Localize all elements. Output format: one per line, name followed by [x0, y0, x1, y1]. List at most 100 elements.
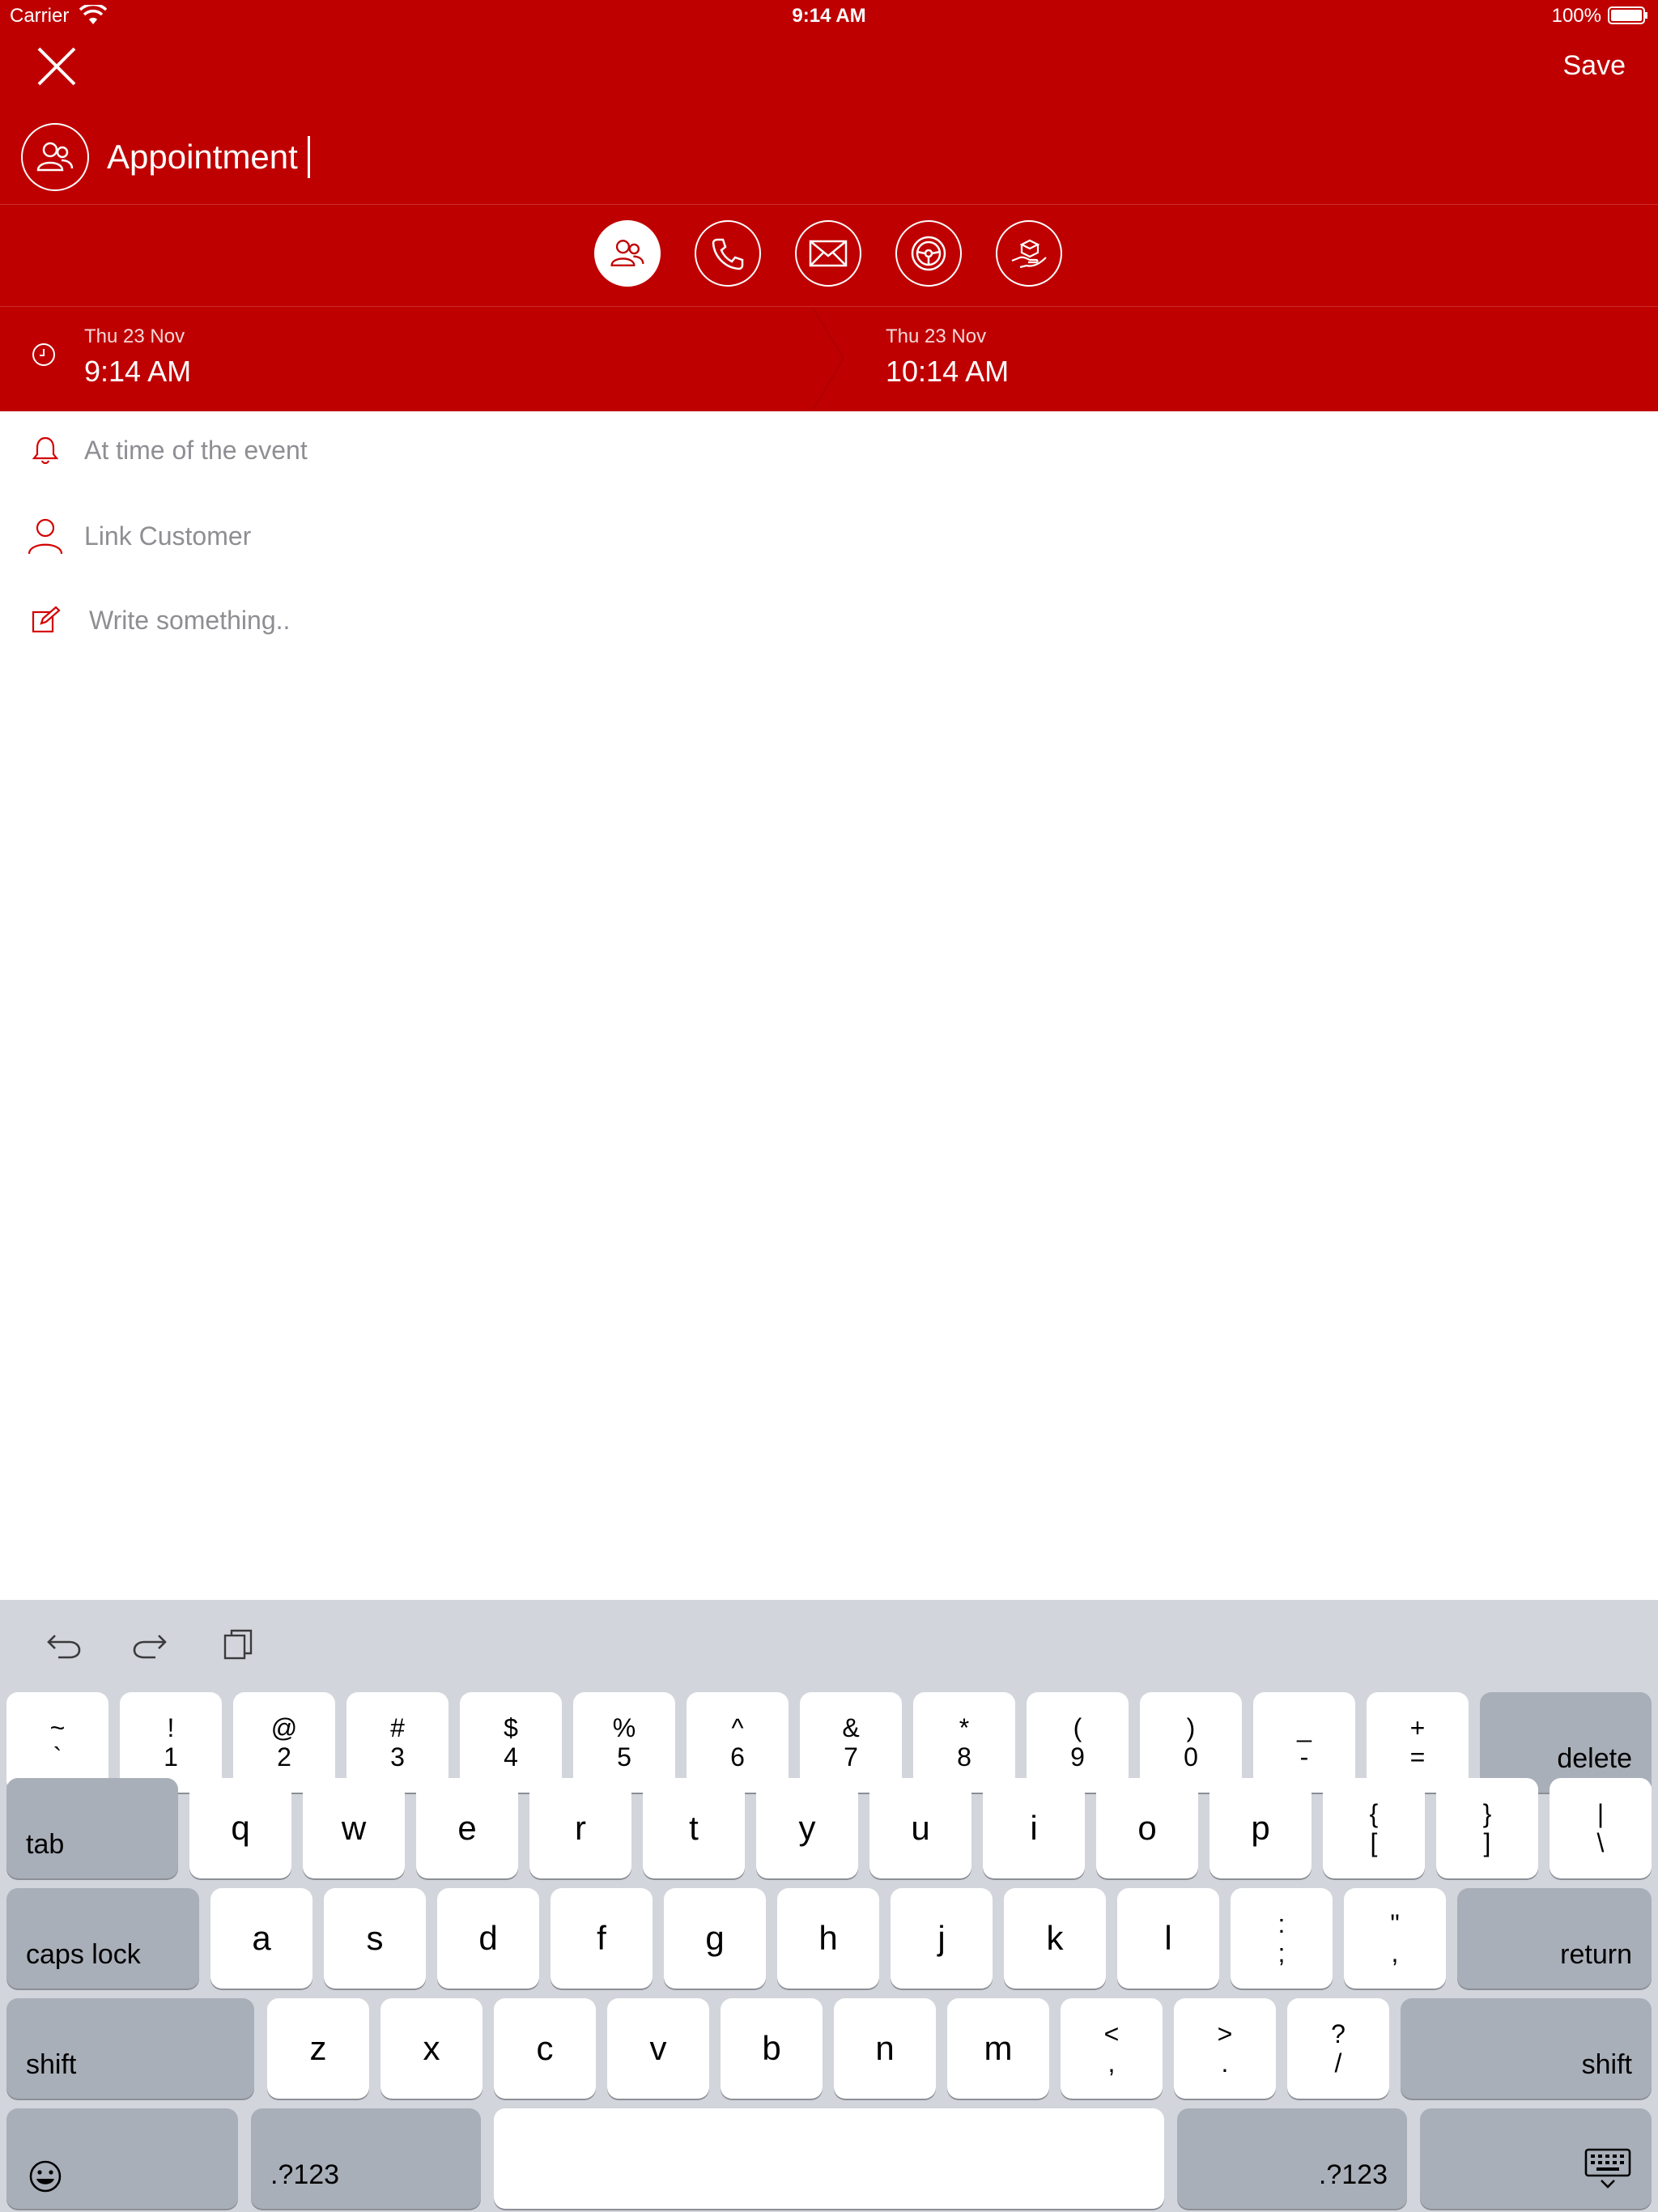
mail-icon: [809, 240, 848, 267]
key-punct-1[interactable]: ",: [1344, 1888, 1446, 1989]
key-glyph: ^: [731, 1713, 744, 1742]
key-glyph: -: [1299, 1742, 1309, 1772]
type-call-button[interactable]: [695, 220, 761, 287]
key-n[interactable]: n: [834, 1998, 936, 2099]
redo-icon[interactable]: [130, 1624, 170, 1665]
divider: [0, 204, 1658, 205]
key-glyph: ,: [1107, 2048, 1116, 2078]
type-appointment-button[interactable]: [594, 220, 661, 287]
tab-key[interactable]: tab: [6, 1778, 178, 1878]
key-x[interactable]: x: [380, 1998, 483, 2099]
key-y[interactable]: y: [756, 1778, 858, 1878]
key-b[interactable]: b: [721, 1998, 823, 2099]
keyboard-dismiss-icon: [1584, 2148, 1631, 2189]
start-date: Thu 23 Nov: [84, 325, 185, 347]
key-glyph: 3: [390, 1742, 405, 1772]
end-time-picker[interactable]: Thu 23 Nov 10:14 AM: [886, 325, 1009, 389]
appointment-type-icon: [21, 123, 89, 191]
key-glyph: _: [1297, 1713, 1312, 1742]
key-glyph: /: [1334, 2048, 1342, 2078]
close-icon[interactable]: [32, 42, 81, 91]
note-input[interactable]: Write something..: [89, 606, 290, 636]
save-button[interactable]: Save: [1563, 50, 1626, 82]
dismiss-keyboard-key[interactable]: [1420, 2108, 1652, 2209]
key-punct-b1[interactable]: >.: [1174, 1998, 1276, 2099]
key-\[interactable]: | \: [1550, 1778, 1652, 1878]
key-glyph: <: [1103, 2019, 1120, 2048]
key-h[interactable]: h: [777, 1888, 879, 1989]
key-u[interactable]: u: [869, 1778, 971, 1878]
key-punct-b0[interactable]: <,: [1061, 1998, 1163, 2099]
key-glyph: +: [1409, 1713, 1426, 1742]
key-glyph: (: [1073, 1713, 1082, 1742]
note-row[interactable]: Write something..: [0, 580, 1658, 661]
shift-left-key[interactable]: shift: [6, 1998, 254, 2099]
type-delivery-button[interactable]: [996, 220, 1062, 287]
key-r[interactable]: r: [529, 1778, 631, 1878]
key-e[interactable]: e: [416, 1778, 518, 1878]
bell-icon: [26, 431, 65, 470]
end-date: Thu 23 Nov: [886, 325, 987, 347]
undo-icon[interactable]: [44, 1624, 84, 1665]
text-cursor: [307, 136, 310, 178]
key-glyph: :: [1278, 1909, 1286, 1938]
alert-row[interactable]: At time of the event: [0, 410, 1658, 491]
status-bar: Carrier 9:14 AM 100%: [0, 0, 1658, 32]
key-l[interactable]: l: [1117, 1888, 1219, 1989]
steering-wheel-icon: [911, 236, 946, 271]
key-[[interactable]: {[: [1323, 1778, 1425, 1878]
return-key[interactable]: return: [1457, 1888, 1652, 1989]
key-a[interactable]: a: [210, 1888, 312, 1989]
key-glyph: {: [1369, 1799, 1379, 1828]
shift-right-key[interactable]: shift: [1401, 1998, 1652, 2099]
key-z[interactable]: z: [267, 1998, 369, 2099]
key-glyph: ;: [1278, 1938, 1286, 1967]
caps-lock-key[interactable]: caps lock: [6, 1888, 199, 1989]
key-m[interactable]: m: [947, 1998, 1049, 2099]
key-d[interactable]: d: [437, 1888, 539, 1989]
key-punct-0[interactable]: :;: [1231, 1888, 1333, 1989]
key-v[interactable]: v: [607, 1998, 709, 2099]
clock-icon: [32, 343, 55, 366]
key-glyph: \: [1596, 1828, 1605, 1857]
key-glyph: ~: [49, 1713, 66, 1742]
key-g[interactable]: g: [664, 1888, 766, 1989]
type-email-button[interactable]: [795, 220, 861, 287]
key-glyph: 1: [164, 1742, 178, 1772]
key-glyph: %: [612, 1713, 636, 1742]
space-key[interactable]: [494, 2108, 1164, 2209]
key-s[interactable]: s: [324, 1888, 426, 1989]
key-k[interactable]: k: [1004, 1888, 1106, 1989]
key-glyph: `: [53, 1742, 62, 1772]
key-i[interactable]: i: [983, 1778, 1085, 1878]
type-test-drive-button[interactable]: [895, 220, 962, 287]
key-][interactable]: }]: [1436, 1778, 1538, 1878]
numbers-key-right[interactable]: .?123: [1177, 2108, 1407, 2209]
start-time: 9:14 AM: [84, 355, 192, 388]
title-input[interactable]: Appointment: [107, 138, 298, 177]
key-j[interactable]: j: [891, 1888, 993, 1989]
key-glyph: 0: [1184, 1742, 1198, 1772]
link-customer-label: Link Customer: [84, 521, 252, 551]
key-glyph: *: [959, 1713, 970, 1742]
key-q[interactable]: q: [189, 1778, 291, 1878]
key-glyph: =: [1409, 1742, 1426, 1772]
key-t[interactable]: t: [643, 1778, 745, 1878]
emoji-key[interactable]: [6, 2108, 238, 2209]
key-punct-b2[interactable]: ? /: [1287, 1998, 1389, 2099]
key-o[interactable]: o: [1096, 1778, 1198, 1878]
key-p[interactable]: p: [1209, 1778, 1312, 1878]
paste-icon[interactable]: [219, 1624, 259, 1665]
numbers-key-left[interactable]: .?123: [251, 2108, 481, 2209]
key-f[interactable]: f: [551, 1888, 653, 1989]
emoji-icon: [29, 2160, 62, 2193]
keyboard-toolbar: [0, 1600, 1658, 1684]
link-customer-row[interactable]: Link Customer: [0, 496, 1658, 576]
keyboard: ~ `! 1 @2 #3 $4% 5 ^ 6 & 7 * 8(9) 0 _ - + = delete tab q w e r t…: [0, 1600, 1658, 2212]
start-time-picker[interactable]: Thu 23 Nov 9:14 AM: [84, 325, 191, 389]
header: Carrier 9:14 AM 100% Save Appointment Th…: [0, 0, 1658, 411]
key-c[interactable]: c: [494, 1998, 596, 2099]
title-row: Appointment: [21, 123, 310, 191]
key-w[interactable]: w: [303, 1778, 405, 1878]
key-glyph: 9: [1070, 1742, 1085, 1772]
